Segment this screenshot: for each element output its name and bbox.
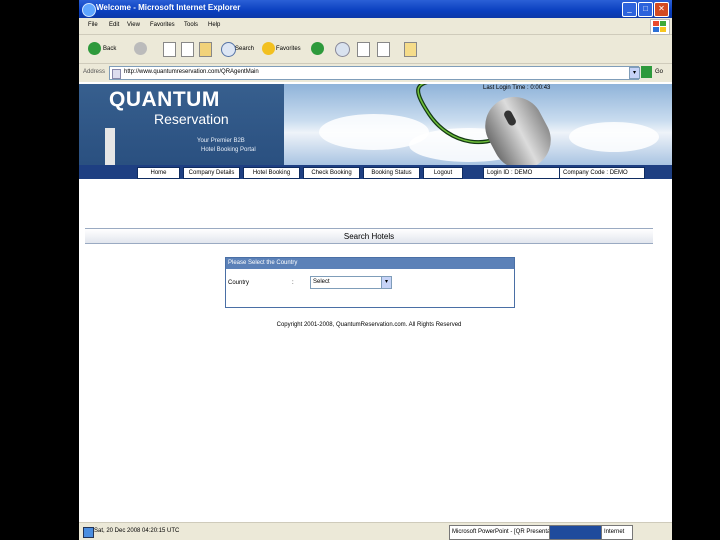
browser-window: Welcome - Microsoft Internet Explorer _ … [79, 0, 672, 540]
search-button[interactable]: Search [235, 41, 254, 57]
search-icon[interactable] [221, 42, 236, 57]
maximize-button[interactable]: □ [638, 2, 653, 17]
ie-icon [82, 3, 96, 17]
country-panel: Please Select the Country Country : Sele… [225, 257, 515, 308]
favorites-button[interactable]: Favorites [276, 41, 301, 57]
logo-text: QUANTUM [109, 88, 220, 111]
status-bar: Sat, 20 Dec 2008 04:20:15 UTC Microsoft … [79, 522, 672, 540]
stop-icon[interactable] [163, 42, 176, 57]
company-code: Company Code : DEMO [559, 167, 645, 179]
title-bar: Welcome - Microsoft Internet Explorer _ … [79, 0, 672, 18]
go-arrow-icon[interactable] [641, 66, 652, 78]
close-button[interactable]: ✕ [654, 2, 669, 17]
status-text: Sat, 20 Dec 2008 04:20:15 UTC [94, 528, 180, 534]
window-title: Welcome - Microsoft Internet Explorer [96, 3, 241, 12]
search-hotels-header: Search Hotels [85, 228, 653, 244]
favorites-star-icon[interactable] [262, 42, 275, 55]
minimize-button[interactable]: _ [622, 2, 637, 17]
country-select[interactable]: Select ▾ [310, 276, 392, 289]
nav-bar: Home Company Details Hotel Booking Check… [79, 165, 672, 179]
home-icon[interactable] [199, 42, 212, 57]
windows-logo-icon [650, 19, 670, 35]
refresh-icon[interactable] [181, 42, 194, 57]
address-bar: Address http://www.quantumreservation.co… [79, 64, 672, 82]
menu-view[interactable]: View [127, 22, 140, 28]
country-panel-title: Please Select the Country [228, 260, 298, 266]
menu-tools[interactable]: Tools [184, 22, 198, 28]
tagline-line1: Your Premier B2B [197, 138, 245, 144]
notes-icon[interactable] [404, 42, 417, 57]
nav-home[interactable]: Home [137, 167, 180, 179]
mail-icon[interactable] [335, 42, 350, 57]
address-dropdown-button[interactable]: ▾ [629, 67, 640, 79]
forward-arrow-icon[interactable] [134, 42, 147, 55]
menu-file[interactable]: File [88, 22, 98, 28]
nav-logout[interactable]: Logout [423, 167, 463, 179]
country-label: Country [228, 280, 250, 286]
last-login-time: Last Login Time : 0:00:43 [483, 85, 551, 91]
toolbar: Back Search Favorites [79, 35, 672, 64]
ie-page-icon [83, 527, 94, 538]
menu-favorites[interactable]: Favorites [150, 22, 175, 28]
sign-pole [105, 128, 115, 165]
chevron-down-icon[interactable]: ▾ [381, 277, 391, 288]
nav-check-booking[interactable]: Check Booking [303, 167, 360, 179]
address-label: Address [83, 69, 106, 75]
cloud-shape [569, 122, 659, 152]
page-icon [112, 69, 121, 79]
taskbar-internet[interactable]: Internet [601, 525, 633, 540]
country-select-value[interactable]: Select [313, 279, 330, 285]
menu-help[interactable]: Help [208, 22, 220, 28]
edit-icon[interactable] [377, 42, 390, 57]
nav-company-details[interactable]: Company Details [183, 167, 240, 179]
nav-hotel-booking[interactable]: Hotel Booking [243, 167, 300, 179]
back-arrow-icon[interactable] [88, 42, 101, 55]
page-content: QUANTUM Reservation Your Premier B2B Hot… [79, 84, 672, 522]
address-url[interactable]: http://www.quantumreservation.com/QRAgen… [124, 69, 259, 75]
menu-bar: File Edit View Favorites Tools Help [79, 18, 672, 35]
site-banner: QUANTUM Reservation Your Premier B2B Hot… [79, 84, 672, 165]
print-icon[interactable] [357, 42, 370, 57]
go-button[interactable]: Go [655, 69, 663, 75]
country-panel-header: Please Select the Country [226, 258, 514, 269]
copyright-text: Copyright 2001-2008, QuantumReservation.… [276, 322, 462, 328]
nav-booking-status[interactable]: Booking Status [363, 167, 420, 179]
logo-subtitle: Reservation [154, 111, 229, 127]
logo-sign: QUANTUM Reservation Your Premier B2B Hot… [79, 84, 284, 165]
search-hotels-title: Search Hotels [343, 232, 395, 241]
taskbar-item[interactable] [549, 525, 605, 540]
tagline-line2: Hotel Booking Portal [201, 147, 256, 153]
country-colon: : [292, 280, 294, 286]
address-input[interactable]: http://www.quantumreservation.com/QRAgen… [109, 66, 639, 80]
back-button[interactable]: Back [103, 41, 116, 57]
taskbar-powerpoint[interactable]: Microsoft PowerPoint - [QR Presentation … [449, 525, 551, 540]
login-id: Login ID : DEMO [483, 167, 564, 179]
menu-edit[interactable]: Edit [109, 22, 119, 28]
media-icon[interactable] [311, 42, 324, 55]
